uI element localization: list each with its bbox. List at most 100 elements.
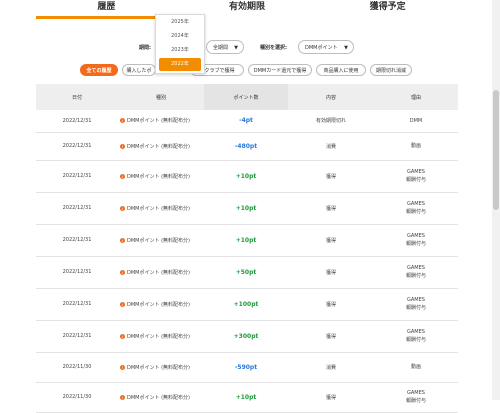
cell-type: i DMMポイント (無料配布分)	[118, 382, 204, 413]
cell-content: 獲得	[288, 320, 374, 353]
table-row: 2022/11/30 i DMMポイント (無料配布分) -590pt 消費 動画	[36, 352, 458, 383]
reason-line: GAMES	[407, 329, 425, 335]
type-label: DMMポイント (無料配布分)	[127, 269, 190, 276]
cell-type: i DMMポイント (無料配布分)	[118, 160, 204, 193]
cell-date: 2022/11/30	[36, 352, 118, 383]
cell-points: +10pt	[204, 224, 288, 257]
table-row: 2022/12/31 i DMMポイント (無料配布分) +10pt 獲得 GAMES 報酬…	[36, 224, 458, 257]
cell-type: i DMMポイント (無料配布分)	[118, 288, 204, 321]
year-option[interactable]: 2024年	[159, 30, 201, 43]
info-icon[interactable]: i	[120, 269, 125, 275]
cell-date: 2022/12/31	[36, 192, 118, 225]
table-row: 2022/12/31 i DMMポイント (無料配布分) +100pt 獲得 GAMES 報…	[36, 288, 458, 321]
cell-reason: 動画	[374, 352, 458, 383]
cell-content: 獲得	[288, 288, 374, 321]
info-icon[interactable]: i	[120, 301, 125, 307]
history-table: 日付 種別 ポイント数 内容 理由 2022/12/31 i DMMポイント (無料…	[36, 84, 458, 413]
type-label: DMMポイント (無料配布分)	[127, 143, 190, 150]
chip-all-history[interactable]: 全ての履歴	[80, 64, 118, 76]
cell-date: 2022/12/31	[36, 132, 118, 161]
reason-line: 報酬付与	[405, 398, 426, 404]
reason-line: 報酬付与	[405, 241, 426, 247]
type-label: DMMポイント (無料配布分)	[127, 301, 190, 308]
info-icon[interactable]: i	[120, 143, 125, 149]
kind-select[interactable]: DMMポイント ▼	[298, 40, 354, 54]
reason-line: GAMES	[407, 297, 425, 303]
reason-line: GAMES	[407, 265, 425, 271]
chip-expired[interactable]: 期限切れ消滅	[370, 64, 412, 76]
year-dropdown[interactable]: 2025年 2024年 2023年 2022年	[155, 14, 205, 74]
cell-reason: 動画	[374, 132, 458, 161]
cell-date: 2022/12/31	[36, 160, 118, 193]
cell-date: 2022/12/31	[36, 320, 118, 353]
info-icon[interactable]: i	[120, 364, 125, 370]
cell-type: i DMMポイント (無料配布分)	[118, 352, 204, 383]
cell-points: +10pt	[204, 382, 288, 413]
header-points: ポイント数	[204, 84, 288, 110]
cell-reason: GAMES 報酬付与	[374, 288, 458, 321]
cell-points: -590pt	[204, 352, 288, 383]
type-label: DMMポイント (無料配布分)	[127, 205, 190, 212]
cell-type: i DMMポイント (無料配布分)	[118, 320, 204, 353]
header-content: 内容	[288, 84, 374, 110]
info-icon[interactable]: i	[120, 205, 125, 211]
scope-select[interactable]: 全期間 ▼	[206, 40, 244, 54]
year-option[interactable]: 2025年	[159, 16, 201, 29]
info-icon[interactable]: i	[120, 333, 125, 339]
cell-type: i DMMポイント (無料配布分)	[118, 224, 204, 257]
cell-content: 獲得	[288, 160, 374, 193]
info-icon[interactable]: i	[120, 118, 125, 124]
scope-select-value: 全期間	[213, 45, 229, 51]
reason-line: 報酬付与	[405, 305, 426, 311]
cell-points: -4pt	[204, 110, 288, 133]
cell-points: +10pt	[204, 192, 288, 225]
reason-line: 動画	[410, 364, 421, 370]
reason-line: DMM	[409, 117, 423, 124]
info-icon[interactable]: i	[120, 237, 125, 243]
type-label: DMMポイント (無料配布分)	[127, 173, 190, 180]
cell-content: 有効期限切れ	[288, 110, 374, 133]
reason-line: GAMES	[407, 390, 425, 396]
table-row: 2022/12/31 i DMMポイント (無料配布分) -4pt 有効期限切れ DMM	[36, 110, 458, 133]
type-label: DMMポイント (無料配布分)	[127, 118, 190, 125]
tab-scheduled[interactable]: 獲得予定	[317, 0, 458, 20]
reason-line: 報酬付与	[405, 209, 426, 215]
cell-content: 消費	[288, 132, 374, 161]
type-label: DMMポイント (無料配布分)	[127, 237, 190, 244]
cell-points: +100pt	[204, 288, 288, 321]
table-row: 2022/12/31 i DMMポイント (無料配布分) -480pt 消費 動画	[36, 132, 458, 161]
caret-down-icon: ▼	[344, 45, 348, 51]
cell-date: 2022/11/30	[36, 382, 118, 413]
info-icon[interactable]: i	[120, 394, 125, 400]
history-filter-chips: 全ての履歴 購入したポ …クラブで獲得 DMMカード還元で獲得 商品購入に使用 …	[0, 64, 500, 77]
type-label: DMMポイント (無料配布分)	[127, 364, 190, 371]
table-body: 2022/12/31 i DMMポイント (無料配布分) -4pt 有効期限切れ DMM 2…	[36, 110, 458, 413]
cell-content: 獲得	[288, 224, 374, 257]
cell-type: i DMMポイント (無料配布分)	[118, 256, 204, 289]
cell-type: i DMMポイント (無料配布分)	[118, 110, 204, 133]
period-label: 期間:	[139, 45, 151, 51]
kind-select-value: DMMポイント	[305, 45, 338, 51]
year-option[interactable]: 2023年	[159, 44, 201, 57]
reason-line: GAMES	[407, 201, 425, 207]
cell-date: 2022/12/31	[36, 224, 118, 257]
cell-content: 獲得	[288, 382, 374, 413]
cell-points: +50pt	[204, 256, 288, 289]
cell-content: 獲得	[288, 192, 374, 225]
scrollbar-thumb[interactable]	[493, 90, 499, 210]
cell-date: 2022/12/31	[36, 288, 118, 321]
chip-card-cashback[interactable]: DMMカード還元で獲得	[248, 64, 312, 76]
cell-reason: GAMES 報酬付与	[374, 382, 458, 413]
year-option-selected[interactable]: 2022年	[159, 58, 201, 71]
cell-points: +300pt	[204, 320, 288, 353]
table-row: 2022/12/31 i DMMポイント (無料配布分) +300pt 獲得 GAMES 報…	[36, 320, 458, 353]
cell-type: i DMMポイント (無料配布分)	[118, 192, 204, 225]
chip-used-for-purchase[interactable]: 商品購入に使用	[316, 64, 366, 76]
cell-reason: GAMES 報酬付与	[374, 320, 458, 353]
chip-purchased[interactable]: 購入したポ	[122, 64, 156, 76]
cell-reason: GAMES 報酬付与	[374, 192, 458, 225]
page-scrollbar[interactable]	[492, 0, 500, 400]
table-row: 2022/12/31 i DMMポイント (無料配布分) +10pt 獲得 GAMES 報酬…	[36, 192, 458, 225]
filter-bar: 期間: 全期間 ▼ 種別を選択: DMMポイント ▼	[0, 40, 500, 56]
info-icon[interactable]: i	[120, 173, 125, 179]
